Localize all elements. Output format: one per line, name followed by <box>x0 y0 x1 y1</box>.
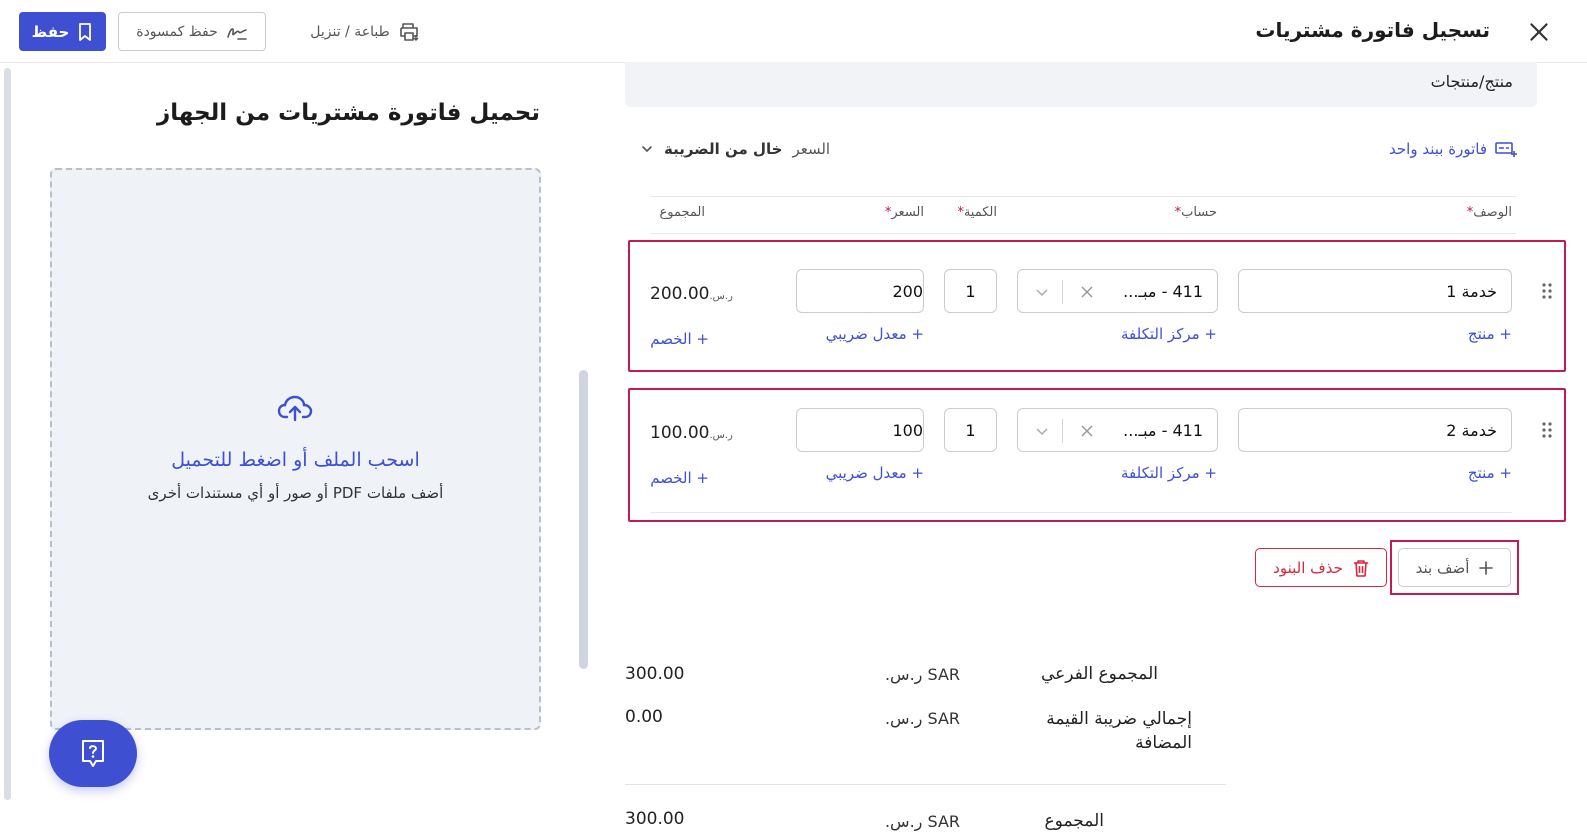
delete-lines-label: حذف البنود <box>1273 558 1343 577</box>
grand-total-label: المجموع <box>1044 811 1104 831</box>
upload-title: تحميل فاتورة مشتريات من الجهاز <box>157 100 540 126</box>
line-total: ر.س.100.00 <box>650 423 733 443</box>
subtotal-value: 300.00 <box>625 664 685 684</box>
account-value: 411 - مبـ... <box>1123 420 1203 440</box>
print-download-button[interactable]: طباعة / تنزيل <box>300 12 430 51</box>
currency-label: ر.س. <box>709 430 733 441</box>
save-button-label: حفظ <box>31 22 70 41</box>
single-line-label: فاتورة ببند واحد <box>1389 140 1487 158</box>
add-tax-rate-link[interactable]: + معدل ضريبي <box>826 325 924 343</box>
page-title: تسجيل فاتورة مشتريات <box>1255 18 1490 42</box>
signature-icon <box>226 27 247 40</box>
column-header-account: حساب* <box>1174 205 1217 220</box>
chevron-down-icon[interactable] <box>1034 284 1050 300</box>
single-line-invoice-link[interactable]: فاتورة ببند واحد <box>1389 140 1517 158</box>
select-separator <box>1062 280 1063 304</box>
panel-scrollbar[interactable] <box>579 370 588 669</box>
add-discount-link[interactable]: + الخصم <box>650 330 709 348</box>
add-discount-link[interactable]: + الخصم <box>650 469 709 487</box>
bookmark-icon <box>79 22 92 41</box>
clear-icon[interactable] <box>1078 422 1096 440</box>
vat-total-label: إجمالي ضريبة القيمة المضافة <box>1046 709 1192 753</box>
quantity-input[interactable]: 1 <box>944 408 997 452</box>
top-bar: تسجيل فاتورة مشتريات حفظ حفظ كمسودة طباع… <box>0 0 1587 63</box>
products-section-title: منتج/منتجات <box>1430 72 1513 91</box>
quantity-input[interactable]: 1 <box>944 269 997 313</box>
column-header-price: السعر* <box>884 205 924 220</box>
trash-icon <box>1353 559 1368 577</box>
save-draft-button[interactable]: حفظ كمسودة <box>118 12 266 51</box>
grand-total-currency: SAR ر.س. <box>884 812 960 831</box>
add-product-link[interactable]: + منتج <box>1468 464 1512 482</box>
plus-icon <box>1479 560 1494 575</box>
divider <box>650 512 1512 513</box>
divider <box>650 196 1516 197</box>
price-mode-value: خال من الضريبة <box>664 140 783 158</box>
grand-total-value: 300.00 <box>625 809 685 829</box>
clear-icon[interactable] <box>1078 283 1096 301</box>
add-product-link[interactable]: + منتج <box>1468 325 1512 343</box>
account-select[interactable]: 411 - مبـ... <box>1017 408 1218 452</box>
print-download-label: طباعة / تنزيل <box>310 23 390 40</box>
cloud-upload-icon <box>277 393 313 423</box>
account-select[interactable]: 411 - مبـ... <box>1017 269 1218 313</box>
divider <box>625 784 1226 785</box>
price-input[interactable]: 100 <box>796 408 924 452</box>
left-scrollbar[interactable] <box>4 68 11 800</box>
add-cost-center-link[interactable]: + مركز التكلفة <box>1121 325 1217 343</box>
add-tax-rate-link[interactable]: + معدل ضريبي <box>826 464 924 482</box>
subtotal-currency: SAR ر.س. <box>884 665 960 684</box>
save-button[interactable]: حفظ <box>19 12 106 51</box>
price-mode-label: السعر <box>792 140 831 158</box>
chevron-down-icon[interactable] <box>1034 423 1050 439</box>
line-total-value: 200.00 <box>650 284 710 304</box>
delete-lines-button[interactable]: حذف البنود <box>1255 548 1387 587</box>
line-total: ر.س.200.00 <box>650 284 733 304</box>
divider <box>650 233 1516 234</box>
add-line-button[interactable]: أضف بند <box>1398 548 1511 587</box>
dropzone-sub-text: أضف ملفات PDF أو صور أو أي مستندات أخرى <box>147 484 444 502</box>
column-header-total: المجموع <box>659 205 705 220</box>
close-icon[interactable] <box>1526 19 1552 45</box>
vat-total-value: 0.00 <box>625 707 663 727</box>
currency-label: ر.س. <box>709 291 733 302</box>
chevron-down-icon <box>642 146 652 153</box>
single-line-icon <box>1495 142 1517 157</box>
description-input[interactable]: خدمة 1 <box>1238 269 1512 313</box>
column-header-quantity: الكمية* <box>957 205 997 220</box>
save-draft-label: حفظ كمسودة <box>136 23 218 40</box>
vat-currency: SAR ر.س. <box>884 709 960 728</box>
dropzone-main-text: اسحب الملف أو اضغط للتحميل <box>171 449 420 471</box>
products-section-header: منتج/منتجات <box>625 62 1537 107</box>
line-total-value: 100.00 <box>650 423 710 443</box>
price-mode-select[interactable]: السعر خال من الضريبة <box>640 140 830 158</box>
subtotal-label: المجموع الفرعي <box>1040 664 1158 684</box>
drag-handle-icon[interactable] <box>1540 421 1554 439</box>
add-line-label: أضف بند <box>1415 558 1470 577</box>
column-header-description: الوصف* <box>1466 205 1512 220</box>
drag-handle-icon[interactable] <box>1540 282 1554 300</box>
add-cost-center-link[interactable]: + مركز التكلفة <box>1121 464 1217 482</box>
printer-icon <box>399 22 419 41</box>
help-button[interactable] <box>49 720 137 787</box>
description-input[interactable]: خدمة 2 <box>1238 408 1512 452</box>
account-value: 411 - مبـ... <box>1123 281 1203 301</box>
price-input[interactable]: 200 <box>796 269 924 313</box>
help-chat-icon <box>82 739 104 767</box>
select-separator <box>1062 419 1063 443</box>
